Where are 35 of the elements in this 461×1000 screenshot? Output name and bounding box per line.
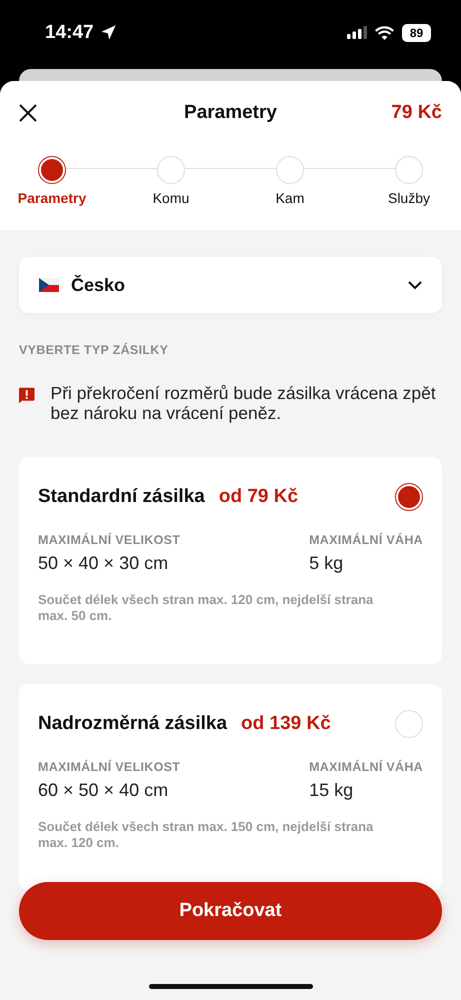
size-label: MAXIMÁLNÍ VELIKOST	[38, 760, 182, 774]
parcel-price: od 79 Kč	[218, 486, 300, 508]
signal-icon	[347, 26, 367, 39]
status-time: 14:47	[45, 22, 94, 44]
parcel-note: Součet délek všech stran max. 150 cm, nejdelší strana max. 120 cm.	[38, 819, 374, 851]
step-tab[interactable]: Služby	[350, 156, 461, 206]
size-label: MAXIMÁLNÍ VELIKOST	[38, 533, 182, 547]
step-tab[interactable]: Parametry	[0, 156, 112, 206]
weight-value: 15 kg	[309, 780, 354, 801]
continue-button[interactable]: Pokračovat	[19, 882, 442, 940]
parcel-card[interactable]: Nadrozměrná zásilka od 139 Kč MAXIMÁLNÍ VELIKOST MAXIMÁLNÍ VÁHA 60 × 50 × 40 cm 15 kg Součet délek všech stran max. 150 cm, nejdelší strana max. 120 cm.	[19, 684, 442, 891]
size-value: 50 × 40 × 30 cm	[38, 553, 170, 574]
battery-level: 89	[402, 24, 431, 42]
weight-label: MAXIMÁLNÍ VÁHA	[309, 760, 423, 774]
parcel-note: Součet délek všech stran max. 120 cm, nejdelší strana max. 50 cm.	[38, 592, 374, 624]
wifi-icon	[375, 26, 394, 40]
step-tab[interactable]: Komu	[112, 156, 230, 206]
section-label: VYBERTE TYP ZÁSILKY	[19, 343, 170, 357]
parcel-title: Standardní zásilka	[38, 486, 205, 508]
location-arrow-icon	[100, 24, 117, 41]
total-price: 79 Kč	[391, 102, 442, 124]
warning-text: Při překročení rozměrů bude zásilka vrácena zpět bez nároku na vrácení peněz.	[50, 383, 437, 423]
parcel-radio[interactable]	[395, 483, 423, 511]
chevron-down-icon	[408, 280, 422, 290]
sheet-title: Parametry	[184, 102, 277, 124]
country-select[interactable]: Česko	[19, 257, 442, 313]
size-value: 60 × 50 × 40 cm	[38, 780, 170, 801]
parcel-title: Nadrozměrná zásilka	[38, 713, 228, 735]
parcel-card[interactable]: Standardní zásilka od 79 Kč MAXIMÁLNÍ VELIKOST MAXIMÁLNÍ VÁHA 50 × 40 × 30 cm 5 kg Součet délek všech stran max. 120 cm, nejdelší strana max. 50 cm.	[19, 457, 442, 664]
close-button[interactable]	[19, 104, 37, 122]
step-tab[interactable]: Kam	[230, 156, 350, 206]
weight-value: 5 kg	[309, 553, 344, 574]
flag-icon	[39, 278, 59, 292]
weight-label: MAXIMÁLNÍ VÁHA	[309, 533, 423, 547]
parcel-price: od 139 Kč	[241, 713, 332, 735]
